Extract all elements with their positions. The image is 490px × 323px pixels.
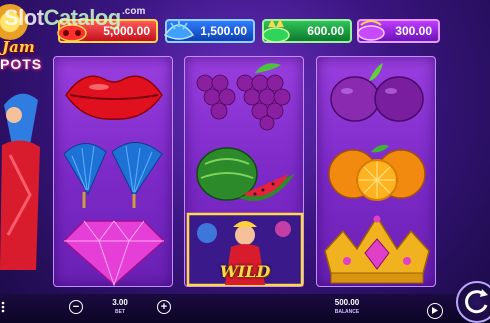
- jackpot-major-value: 1,500.00: [200, 24, 247, 38]
- spin-button[interactable]: [456, 281, 490, 323]
- jackpot-minor: 600.00: [262, 19, 352, 43]
- golden-crown-icon: [324, 215, 430, 284]
- autoplay-button[interactable]: [427, 303, 443, 319]
- symbol-grapes: [185, 57, 305, 134]
- jackpot-mini-value: 300.00: [395, 24, 432, 38]
- jackpot-major: 1,500.00: [163, 19, 255, 43]
- grapes-icon: [196, 63, 291, 131]
- jackpot-minor-value: 600.00: [307, 24, 344, 38]
- symbol-crown: [317, 211, 437, 288]
- watermelon-icon: [196, 147, 295, 201]
- plums-icon: [330, 63, 424, 122]
- blue-fans-icon: [63, 142, 163, 208]
- blue-mask-icon: [163, 19, 195, 40]
- spin-arrow-icon: [465, 289, 488, 314]
- autoplay-icon: [432, 307, 438, 314]
- oranges-icon: [328, 144, 426, 201]
- symbol-diamond: [54, 211, 174, 288]
- watermark-com: .com: [122, 6, 146, 17]
- watermark-slot: Slot: [4, 5, 44, 30]
- symbol-oranges: [317, 134, 437, 211]
- purple-mask-icon: [357, 20, 385, 41]
- symbol-plums: [317, 57, 437, 134]
- balance-value: 500.00: [334, 298, 360, 307]
- reel-2: WILD: [184, 56, 304, 287]
- jackpot-mini: 300.00: [357, 19, 440, 43]
- wild-label: WILD: [219, 262, 271, 281]
- showgirl-character: [0, 75, 44, 270]
- bet-label: BET: [115, 309, 125, 315]
- bet-value: 3.00: [112, 298, 128, 307]
- reel-3: [316, 56, 436, 287]
- increase-bet-button[interactable]: +: [157, 300, 171, 314]
- game-title-line1: Jam: [2, 38, 35, 56]
- symbol-lips: [54, 57, 174, 134]
- menu-icon[interactable]: [0, 300, 8, 314]
- symbol-watermelon: [185, 134, 305, 211]
- decrease-bet-button[interactable]: −: [69, 300, 83, 314]
- symbol-wild: WILD: [185, 211, 305, 288]
- green-mask-icon: [262, 19, 290, 43]
- watermark: SlotCatalog: [4, 5, 121, 31]
- balance-label: BALANCE: [334, 309, 360, 315]
- pink-diamond-icon: [62, 220, 166, 287]
- watermark-catalog: Catalog: [43, 5, 122, 30]
- symbol-fans: [54, 134, 174, 211]
- reel-1: [53, 56, 173, 287]
- lips-icon: [65, 75, 163, 120]
- game-title-line2: POTS: [0, 56, 43, 72]
